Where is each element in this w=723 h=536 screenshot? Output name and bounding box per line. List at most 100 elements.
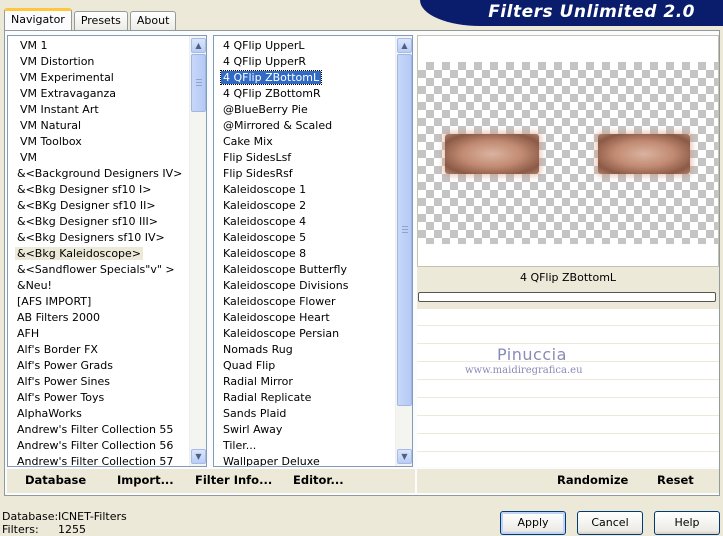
category-item[interactable]: VM Extravaganza	[8, 86, 188, 102]
filter-item[interactable]: @Mirrored & Scaled	[214, 118, 394, 134]
category-item[interactable]: VM 1	[8, 38, 188, 54]
filter-list[interactable]: 4 QFlip UpperL 4 QFlip UpperR 4 QFlip ZBot…	[213, 35, 413, 467]
scroll-down-arrow-icon[interactable]: ▼	[191, 449, 206, 464]
category-item-label: VM Experimental	[20, 71, 114, 84]
help-button[interactable]: Help	[654, 511, 720, 535]
category-list[interactable]: VM 1 VM Distortion VM Experimental VM Extra…	[7, 35, 207, 467]
filter-item[interactable]: Kaleidoscope 1	[214, 182, 394, 198]
tab-strip: Navigator Presets About	[4, 8, 178, 30]
filter-item[interactable]: Kaleidoscope 5	[214, 230, 394, 246]
randomize-button[interactable]: Randomize	[557, 473, 628, 487]
filter-item[interactable]: Kaleidoscope 2	[214, 198, 394, 214]
apply-button[interactable]: Apply	[500, 511, 566, 535]
filter-item[interactable]: Kaleidoscope Butterfly	[214, 262, 394, 278]
filter-item[interactable]: 4 QFlip ZBottomR	[214, 86, 394, 102]
category-item-label: VM Instant Art	[20, 103, 99, 116]
tab-about[interactable]: About	[129, 11, 177, 30]
filter-item-label: Kaleidoscope 8	[223, 247, 307, 260]
filter-item-label: Kaleidoscope 5	[223, 231, 307, 244]
filter-item[interactable]: Flip SidesRsf	[214, 166, 394, 182]
filter-item[interactable]: @BlueBerry Pie	[214, 102, 394, 118]
database-label: Database:	[2, 510, 59, 523]
category-item[interactable]: AB Filters 2000	[8, 310, 188, 326]
filter-item[interactable]: Wallpaper Deluxe	[214, 454, 394, 466]
filter-item[interactable]: Kaleidoscope 4	[214, 214, 394, 230]
reset-button[interactable]: Reset	[657, 473, 694, 487]
filter-item-label: Radial Replicate	[223, 391, 312, 404]
filter-item[interactable]: Cake Mix	[214, 134, 394, 150]
category-item[interactable]: Andrew's Filter Collection 57	[8, 454, 188, 467]
category-item[interactable]: VM Toolbox	[8, 134, 188, 150]
filter-item-label: Kaleidoscope Divisions	[223, 279, 349, 292]
filter-item[interactable]: Flip SidesLsf	[214, 150, 394, 166]
filters-count-label: Filters:	[2, 523, 39, 536]
category-item[interactable]: VM Natural	[8, 118, 188, 134]
category-item-label: VM Distortion	[20, 55, 95, 68]
category-item[interactable]: &Neu!	[8, 278, 188, 294]
filter-item-label: Tiler...	[223, 439, 257, 452]
category-item[interactable]: &<Sandflower Specials"v" >	[8, 262, 188, 278]
preview-image-left	[445, 134, 539, 174]
category-item[interactable]: &<Bkg Designers sf10 IV>	[8, 230, 188, 246]
category-item[interactable]: VM Instant Art	[8, 102, 188, 118]
filter-item[interactable]: Radial Mirror	[214, 374, 394, 390]
category-item-label: &<Bkg Designer sf10 I>	[17, 183, 152, 196]
filter-item[interactable]: Quad Flip	[214, 358, 394, 374]
watermark-url: www.maidiregrafica.eu	[465, 365, 583, 376]
category-item[interactable]: &<Bkg Kaleidoscope>	[8, 246, 188, 262]
scroll-thumb[interactable]	[397, 54, 412, 406]
category-item[interactable]: Alf's Border FX	[8, 342, 188, 358]
category-item[interactable]: AFH	[8, 326, 188, 342]
scroll-down-arrow-icon[interactable]: ▼	[397, 449, 412, 464]
category-item[interactable]: &<Bkg Designer sf10 I>	[8, 182, 188, 198]
filter-item-label: 4 QFlip ZBottomL	[219, 70, 323, 85]
category-item-label: Andrew's Filter Collection 57	[17, 455, 174, 467]
filter-item[interactable]: Kaleidoscope Divisions	[214, 278, 394, 294]
category-item[interactable]: &<Bkg Designer sf10 III>	[8, 214, 188, 230]
category-item[interactable]: Andrew's Filter Collection 56	[8, 438, 188, 454]
category-item[interactable]: VM Distortion	[8, 54, 188, 70]
filter-item[interactable]: Kaleidoscope 8	[214, 246, 394, 262]
editor-button[interactable]: Editor...	[293, 473, 344, 487]
category-item[interactable]: Alf's Power Grads	[8, 358, 188, 374]
category-item[interactable]: &<BKg Designer sf10 II>	[8, 198, 188, 214]
category-item[interactable]: [AFS IMPORT]	[8, 294, 188, 310]
slider-row	[417, 289, 719, 309]
filter-item[interactable]: Kaleidoscope Persian	[214, 326, 394, 342]
database-button[interactable]: Database	[25, 473, 86, 487]
filter-item[interactable]: Nomads Rug	[214, 342, 394, 358]
category-item-label: &<Background Designers IV>	[17, 167, 183, 180]
scroll-up-arrow-icon[interactable]: ▲	[397, 38, 412, 53]
filter-item[interactable]: Tiler...	[214, 438, 394, 454]
category-item-label: AB Filters 2000	[17, 311, 101, 324]
filter-scrollbar[interactable]: ▲ ▼	[395, 36, 412, 466]
tab-navigator[interactable]: Navigator	[4, 8, 72, 30]
filter-info-button[interactable]: Filter Info...	[195, 473, 272, 487]
preview-pane	[417, 35, 719, 267]
filter-item-label: Cake Mix	[223, 135, 273, 148]
filter-item[interactable]: Kaleidoscope Flower	[214, 294, 394, 310]
category-item[interactable]: Andrew's Filter Collection 55	[8, 422, 188, 438]
slider-track[interactable]	[418, 292, 716, 302]
filter-item[interactable]: 4 QFlip UpperL	[214, 38, 394, 54]
filter-item[interactable]: Swirl Away	[214, 422, 394, 438]
import-button[interactable]: Import...	[117, 473, 174, 487]
scroll-up-arrow-icon[interactable]: ▲	[191, 38, 206, 53]
filter-item[interactable]: 4 QFlip UpperR	[214, 54, 394, 70]
filter-item[interactable]: Sands Plaid	[214, 406, 394, 422]
scroll-thumb[interactable]	[191, 54, 206, 112]
category-item[interactable]: &<Background Designers IV>	[8, 166, 188, 182]
tab-presets[interactable]: Presets	[73, 11, 128, 30]
category-item[interactable]: AlphaWorks	[8, 406, 188, 422]
category-item[interactable]: VM	[8, 150, 188, 166]
category-item[interactable]: Alf's Power Toys	[8, 390, 188, 406]
filter-item[interactable]: Radial Replicate	[214, 390, 394, 406]
category-item[interactable]: Alf's Power Sines	[8, 374, 188, 390]
category-item-label: &<Bkg Kaleidoscope>	[15, 247, 144, 260]
filter-item[interactable]: Kaleidoscope Heart	[214, 310, 394, 326]
filter-item[interactable]: 4 QFlip ZBottomL	[214, 70, 394, 86]
app-title: Filters Unlimited 2.0	[488, 2, 695, 22]
cancel-button[interactable]: Cancel	[577, 511, 643, 535]
category-item[interactable]: VM Experimental	[8, 70, 188, 86]
category-scrollbar[interactable]: ▲ ▼	[189, 36, 206, 466]
